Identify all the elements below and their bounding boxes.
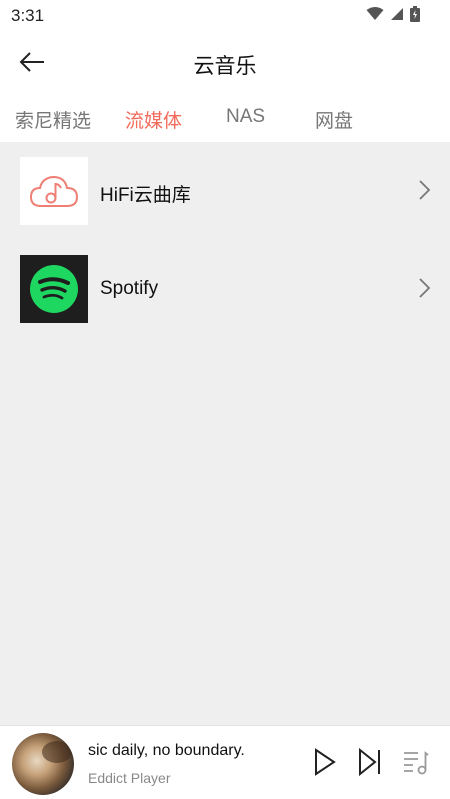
signal-icon <box>391 8 403 20</box>
status-time: 3:31 <box>11 6 45 25</box>
status-bar: 3:31 <box>0 0 450 32</box>
skip-next-icon <box>359 748 380 776</box>
chevron-right-icon <box>419 278 431 298</box>
spotify-logo <box>20 255 88 323</box>
tab-streaming[interactable]: 流媒体 <box>125 106 182 133</box>
chevron-right-icon <box>419 180 431 200</box>
mini-player[interactable]: sic daily, no boundary. Eddict Player <box>0 725 450 799</box>
next-button[interactable] <box>355 746 385 778</box>
service-item-spotify[interactable]: Spotify <box>0 240 450 338</box>
battery-icon <box>410 6 420 22</box>
playlist-button[interactable] <box>401 746 431 778</box>
tab-nas[interactable]: NAS <box>226 106 265 128</box>
app-header: 云音乐 <box>0 32 450 92</box>
tab-cloud-drive[interactable]: 网盘 <box>315 106 353 133</box>
track-title-marquee: sic daily, no boundary. <box>88 742 288 760</box>
tab-bar: 索尼精选 流媒体 NAS 网盘 <box>0 92 450 142</box>
service-item-hifi[interactable]: HiFi云曲库 <box>0 142 450 240</box>
spotify-icon <box>30 265 78 313</box>
status-icons <box>366 6 420 22</box>
wifi-icon <box>366 7 384 20</box>
play-icon <box>315 748 336 776</box>
service-label: Spotify <box>100 278 159 299</box>
service-list: HiFi云曲库 Spotify <box>0 142 450 725</box>
track-artist: Eddict Player <box>88 770 171 786</box>
cloud-music-icon <box>29 175 79 207</box>
track-title: sic daily, no boundary. <box>88 742 245 759</box>
playlist-icon <box>404 751 429 775</box>
tab-sony-selection[interactable]: 索尼精选 <box>15 106 91 133</box>
service-label: HiFi云曲库 <box>100 185 191 206</box>
play-button[interactable] <box>310 746 340 778</box>
album-art[interactable] <box>12 733 74 795</box>
hifi-logo <box>20 157 88 225</box>
page-title: 云音乐 <box>193 55 257 78</box>
